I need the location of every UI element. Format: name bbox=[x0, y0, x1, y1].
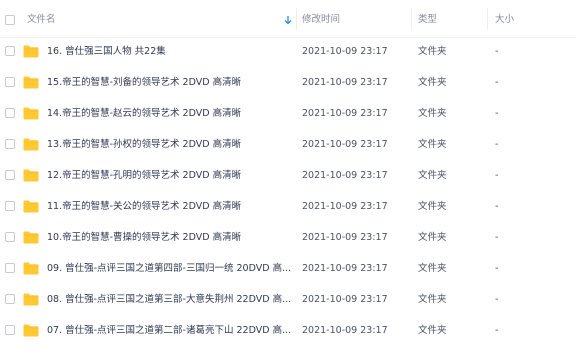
folder-icon bbox=[23, 76, 39, 89]
column-divider[interactable] bbox=[411, 8, 412, 30]
row-checkbox[interactable] bbox=[5, 46, 15, 56]
file-name[interactable]: 13.帝王的智慧-孙权的领导艺术 2DVD 高清晰 bbox=[47, 138, 241, 152]
file-name[interactable]: 16. 曾仕强三国人物 共22集 bbox=[47, 45, 166, 59]
sort-descending-icon[interactable] bbox=[283, 13, 293, 27]
file-size: - bbox=[495, 77, 499, 88]
column-header-size[interactable]: 大小 bbox=[495, 13, 514, 27]
file-name[interactable]: 15.帝王的智慧-刘备的领导艺术 2DVD 高清晰 bbox=[47, 76, 241, 90]
table-row[interactable]: 14.帝王的智慧-赵云的领导艺术 2DVD 高清晰 2021-10-09 23:1… bbox=[0, 104, 576, 135]
column-divider[interactable] bbox=[296, 8, 297, 30]
file-type: 文件夹 bbox=[418, 170, 447, 181]
folder-icon bbox=[23, 262, 39, 275]
table-row[interactable]: 12.帝王的智慧-孔明的领导艺术 2DVD 高清晰 2021-10-09 23:1… bbox=[0, 166, 576, 197]
modified-time: 2021-10-09 23:17 bbox=[302, 201, 388, 212]
file-name[interactable]: 09. 曾仕强-点评三国之道第四部-三国归一统 20DVD 高... bbox=[47, 262, 291, 276]
row-checkbox[interactable] bbox=[5, 325, 15, 335]
folder-icon bbox=[23, 169, 39, 182]
row-checkbox[interactable] bbox=[5, 294, 15, 304]
file-type: 文件夹 bbox=[418, 263, 447, 274]
file-size: - bbox=[495, 170, 499, 181]
folder-icon bbox=[23, 45, 39, 58]
row-checkbox[interactable] bbox=[5, 170, 15, 180]
row-checkbox[interactable] bbox=[5, 232, 15, 242]
folder-icon bbox=[23, 138, 39, 151]
file-type: 文件夹 bbox=[418, 294, 447, 305]
row-checkbox[interactable] bbox=[5, 201, 15, 211]
column-divider[interactable] bbox=[487, 8, 488, 30]
column-header-modified[interactable]: 修改时间 bbox=[302, 13, 340, 27]
file-name[interactable]: 10.帝王的智慧-曹操的领导艺术 2DVD 高清晰 bbox=[47, 231, 241, 245]
table-row[interactable]: 10.帝王的智慧-曹操的领导艺术 2DVD 高清晰 2021-10-09 23:1… bbox=[0, 228, 576, 259]
folder-icon bbox=[23, 324, 39, 337]
row-checkbox[interactable] bbox=[5, 108, 15, 118]
modified-time: 2021-10-09 23:17 bbox=[302, 294, 388, 305]
file-name[interactable]: 14.帝王的智慧-赵云的领导艺术 2DVD 高清晰 bbox=[47, 107, 241, 121]
table-row[interactable]: 15.帝王的智慧-刘备的领导艺术 2DVD 高清晰 2021-10-09 23:1… bbox=[0, 73, 576, 104]
file-type: 文件夹 bbox=[418, 77, 447, 88]
modified-time: 2021-10-09 23:17 bbox=[302, 108, 388, 119]
modified-time: 2021-10-09 23:17 bbox=[302, 325, 388, 336]
row-checkbox[interactable] bbox=[5, 139, 15, 149]
row-checkbox[interactable] bbox=[5, 77, 15, 87]
column-header-name[interactable]: 文件名 bbox=[27, 13, 56, 27]
column-header-type[interactable]: 类型 bbox=[418, 13, 437, 27]
file-size: - bbox=[495, 139, 499, 150]
folder-icon bbox=[23, 200, 39, 213]
row-checkbox[interactable] bbox=[5, 263, 15, 273]
file-size: - bbox=[495, 232, 499, 243]
select-all-checkbox[interactable] bbox=[5, 15, 15, 25]
file-type: 文件夹 bbox=[418, 232, 447, 243]
file-size: - bbox=[495, 294, 499, 305]
modified-time: 2021-10-09 23:17 bbox=[302, 46, 388, 57]
file-type: 文件夹 bbox=[418, 108, 447, 119]
file-type: 文件夹 bbox=[418, 325, 447, 336]
file-size: - bbox=[495, 108, 499, 119]
file-size: - bbox=[495, 325, 499, 336]
file-list-header: 文件名 修改时间 类型 大小 bbox=[0, 0, 576, 38]
folder-icon bbox=[23, 231, 39, 244]
modified-time: 2021-10-09 23:17 bbox=[302, 77, 388, 88]
file-size: - bbox=[495, 201, 499, 212]
file-type: 文件夹 bbox=[418, 201, 447, 212]
table-row[interactable]: 11.帝王的智慧-关公的领导艺术 2DVD 高清晰 2021-10-09 23:1… bbox=[0, 197, 576, 228]
table-row[interactable]: 16. 曾仕强三国人物 共22集 2021-10-09 23:17 文件夹 - bbox=[0, 42, 576, 73]
file-name[interactable]: 12.帝王的智慧-孔明的领导艺术 2DVD 高清晰 bbox=[47, 169, 241, 183]
file-name[interactable]: 11.帝王的智慧-关公的领导艺术 2DVD 高清晰 bbox=[47, 200, 241, 214]
modified-time: 2021-10-09 23:17 bbox=[302, 263, 388, 274]
modified-time: 2021-10-09 23:17 bbox=[302, 232, 388, 243]
folder-icon bbox=[23, 293, 39, 306]
file-name[interactable]: 07. 曾仕强-点评三国之道第二部-诸葛亮下山 22DVD 高... bbox=[47, 324, 291, 338]
file-type: 文件夹 bbox=[418, 46, 447, 57]
table-row[interactable]: 07. 曾仕强-点评三国之道第二部-诸葛亮下山 22DVD 高... 2021-1… bbox=[0, 321, 576, 352]
file-size: - bbox=[495, 263, 499, 274]
file-type: 文件夹 bbox=[418, 139, 447, 150]
file-name[interactable]: 08. 曾仕强-点评三国之道第三部-大意失荆州 22DVD 高... bbox=[47, 293, 291, 307]
file-size: - bbox=[495, 46, 499, 57]
modified-time: 2021-10-09 23:17 bbox=[302, 139, 388, 150]
table-row[interactable]: 08. 曾仕强-点评三国之道第三部-大意失荆州 22DVD 高... 2021-1… bbox=[0, 290, 576, 321]
table-row[interactable]: 13.帝王的智慧-孙权的领导艺术 2DVD 高清晰 2021-10-09 23:1… bbox=[0, 135, 576, 166]
modified-time: 2021-10-09 23:17 bbox=[302, 170, 388, 181]
folder-icon bbox=[23, 107, 39, 120]
table-row[interactable]: 09. 曾仕强-点评三国之道第四部-三国归一统 20DVD 高... 2021-1… bbox=[0, 259, 576, 290]
